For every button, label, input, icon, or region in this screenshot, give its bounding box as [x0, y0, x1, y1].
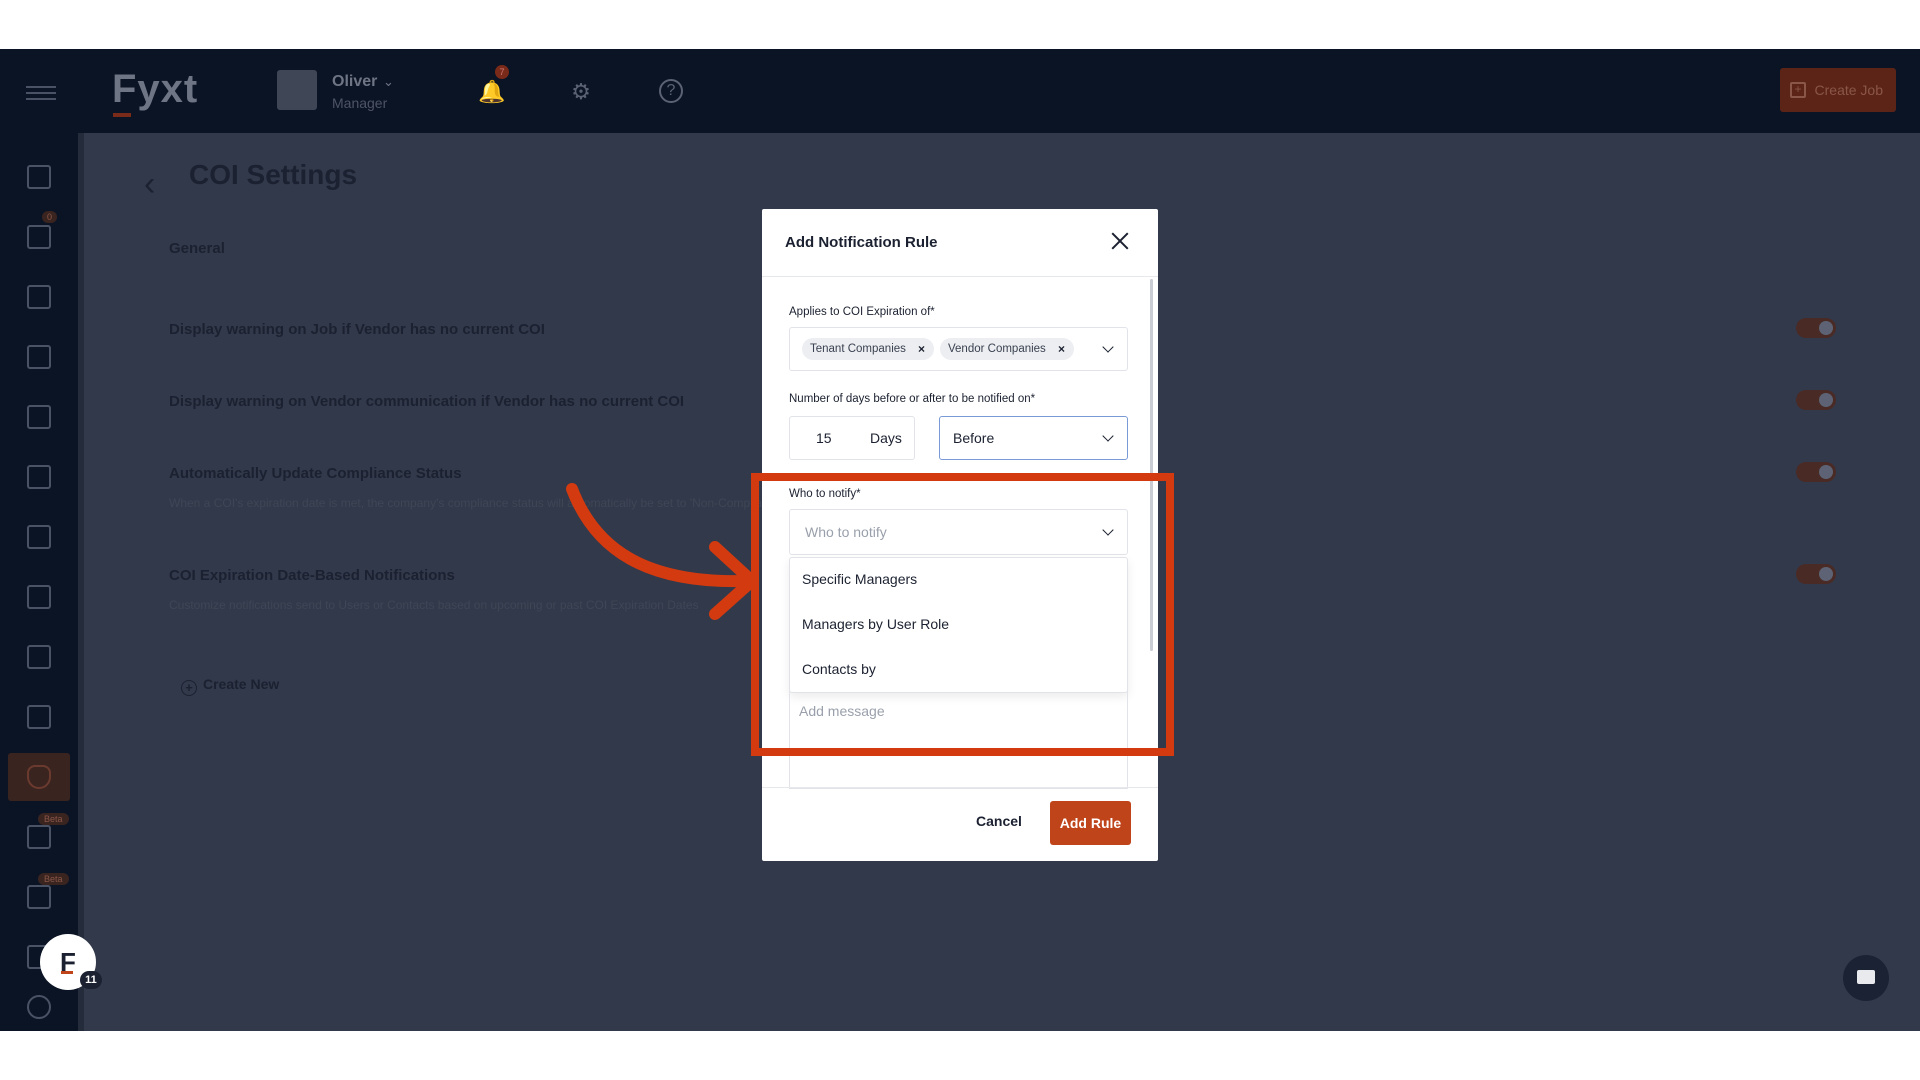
setting-label: COI Expiration Date-Based Notifications: [169, 567, 455, 584]
highlight-box: [751, 473, 1174, 756]
sidebar-item-schedule[interactable]: [8, 573, 70, 621]
plus-icon: +: [1790, 82, 1806, 98]
sidebar-divider: [78, 133, 84, 1031]
user-role: Manager: [332, 95, 388, 111]
sidebar-item-vendors[interactable]: [8, 513, 70, 561]
create-new-button[interactable]: + Create New: [181, 676, 279, 696]
help-icon[interactable]: ?: [659, 79, 683, 103]
app-window: Fyxt Oliver ⌄ Manager 🔔 7 ⚙ ? + Create J…: [0, 49, 1920, 1031]
user-name[interactable]: Oliver: [332, 73, 377, 91]
document-search-icon: [27, 345, 51, 369]
days-unit: Days: [870, 430, 902, 446]
days-label: Number of days before or after to be not…: [789, 393, 1036, 405]
annotation-arrow-icon: [566, 483, 758, 620]
inbox-badge: 0: [42, 211, 58, 223]
days-input[interactable]: 15 Days: [789, 416, 915, 460]
sidebar-item-analytics[interactable]: Beta: [8, 873, 70, 921]
setting-label: Display warning on Job if Vendor has no …: [169, 321, 545, 338]
page-title: COI Settings: [189, 159, 358, 190]
chip-label: Vendor Companies: [948, 343, 1046, 355]
shield-icon: [27, 765, 51, 789]
inbox-icon: [27, 225, 51, 249]
user-settings-icon[interactable]: ⚙: [568, 79, 594, 105]
sidebar-item-coi[interactable]: [8, 753, 70, 801]
beta-badge: Beta: [38, 813, 69, 825]
analytics-icon: [27, 885, 51, 909]
sidebar-item-checklists[interactable]: [8, 633, 70, 681]
remove-chip-icon[interactable]: ×: [1058, 338, 1065, 360]
setting-toggle[interactable]: [1796, 462, 1836, 482]
setting-toggle[interactable]: [1796, 390, 1836, 410]
beta-badge: Beta: [38, 873, 69, 885]
sidebar-item-reports[interactable]: Beta: [8, 813, 70, 861]
users-icon: [27, 465, 51, 489]
app-logo: Fyxt: [112, 67, 199, 111]
cancel-button[interactable]: Cancel: [969, 813, 1029, 837]
section-heading: General: [169, 240, 225, 257]
chip-label: Tenant Companies: [810, 343, 906, 355]
modal-footer-divider: [762, 787, 1158, 788]
setting-label: Display warning on Vendor communication …: [169, 393, 685, 410]
avatar[interactable]: [277, 70, 317, 110]
building-icon: [27, 285, 51, 309]
chat-icon[interactable]: [1843, 955, 1889, 1001]
chip-tenant-companies: Tenant Companies ×: [802, 338, 934, 360]
create-job-button[interactable]: + Create Job: [1780, 68, 1896, 112]
timing-value: Before: [953, 430, 995, 446]
chip-vendor-companies: Vendor Companies ×: [940, 338, 1074, 360]
top-bar: Fyxt Oliver ⌄ Manager 🔔 7 ⚙ ? + Create J…: [0, 49, 1920, 133]
bell-icon[interactable]: 🔔: [478, 79, 505, 105]
chevron-down-icon[interactable]: [1102, 430, 1114, 442]
chevron-down-icon[interactable]: ⌄: [383, 74, 394, 90]
clipboard-clock-icon: [27, 705, 51, 729]
sidebar-item-projects[interactable]: [8, 693, 70, 741]
setting-toggle[interactable]: [1796, 318, 1836, 338]
applies-multiselect[interactable]: Tenant Companies × Vendor Companies ×: [789, 327, 1128, 371]
menu-icon[interactable]: [26, 86, 56, 100]
plus-circle-icon: +: [181, 680, 197, 696]
create-job-label: Create Job: [1814, 82, 1883, 98]
logo-accent: [113, 113, 131, 117]
create-new-label: Create New: [203, 676, 280, 692]
dashboard-icon: [27, 165, 51, 189]
modal-title: Add Notification Rule: [785, 234, 938, 251]
setting-label: Automatically Update Compliance Status: [169, 465, 462, 482]
sidebar-item-inbox[interactable]: 0: [8, 211, 70, 261]
sidebar-item-dashboard[interactable]: [8, 153, 70, 201]
timing-select[interactable]: Before: [939, 416, 1128, 460]
fab-accent: [61, 971, 73, 974]
chevron-down-icon[interactable]: [1102, 341, 1114, 353]
sidebar-item-properties[interactable]: [8, 273, 70, 321]
applies-label: Applies to COI Expiration of*: [789, 306, 935, 318]
assistant-count-badge: 11: [80, 971, 102, 989]
calendar-edit-icon: [27, 585, 51, 609]
sidebar-item-billing[interactable]: [8, 983, 70, 1031]
home-user-icon: [27, 405, 51, 429]
sidebar-item-contacts[interactable]: [8, 453, 70, 501]
dollar-icon: [27, 995, 51, 1019]
checklist-icon: [27, 645, 51, 669]
remove-chip-icon[interactable]: ×: [918, 338, 925, 360]
tools-icon: [27, 525, 51, 549]
back-arrow-icon[interactable]: ‹: [144, 165, 155, 204]
sidebar-item-documents[interactable]: [8, 333, 70, 381]
sidebar: 0 Beta Beta: [0, 133, 78, 1031]
days-value: 15: [816, 430, 832, 446]
close-icon[interactable]: [1109, 230, 1131, 252]
bar-chart-icon: [27, 825, 51, 849]
setting-toggle[interactable]: [1796, 564, 1836, 584]
add-rule-button[interactable]: Add Rule: [1050, 801, 1131, 845]
notification-count-badge: 7: [495, 65, 509, 79]
modal-header-divider: [762, 276, 1158, 277]
sidebar-item-tenants[interactable]: [8, 393, 70, 441]
